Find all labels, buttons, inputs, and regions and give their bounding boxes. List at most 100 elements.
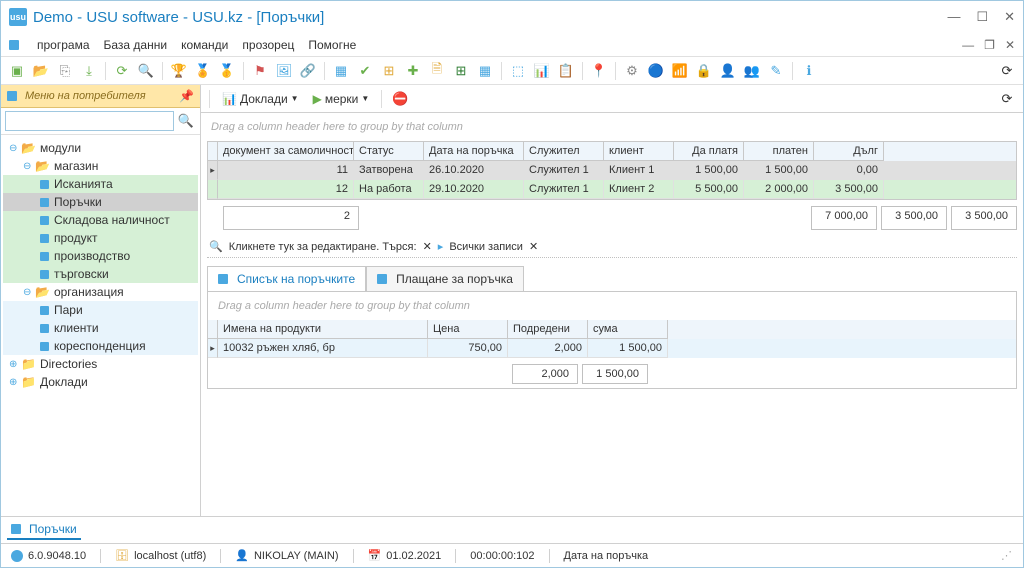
- export-icon[interactable]: ⤓: [79, 61, 99, 81]
- node-requests[interactable]: Исканията: [3, 175, 198, 193]
- sidebar-search-input[interactable]: [5, 111, 174, 131]
- maximize-button[interactable]: ☐: [976, 9, 988, 25]
- copy-icon[interactable]: ⎘: [55, 61, 75, 81]
- flag-icon[interactable]: ⚑: [250, 61, 270, 81]
- menu-program[interactable]: програма: [37, 38, 90, 52]
- col-date[interactable]: Дата на поръчка: [424, 142, 524, 161]
- node-commercial[interactable]: търговски: [3, 265, 198, 283]
- excel-icon[interactable]: ⊞: [451, 61, 471, 81]
- chart-icon[interactable]: 📊: [532, 61, 552, 81]
- brush-icon[interactable]: ✎: [766, 61, 786, 81]
- db-icon: 🗄: [115, 549, 129, 562]
- filter3-icon[interactable]: 🥇: [217, 61, 237, 81]
- user-status-icon: 👤: [235, 549, 249, 562]
- col-id[interactable]: документ за самоличност: [218, 142, 354, 161]
- refresh-icon[interactable]: ⟳: [112, 61, 132, 81]
- menu-window[interactable]: прозорец: [242, 38, 294, 52]
- table-row[interactable]: ▸ 11 Затворена 26.10.2020 Служител 1 Кли…: [208, 161, 1016, 180]
- menu-commands[interactable]: команди: [181, 38, 228, 52]
- new-icon[interactable]: ▣: [7, 61, 27, 81]
- pin-sidebar-icon[interactable]: 📌: [179, 89, 194, 103]
- lock-icon[interactable]: 🔒: [694, 61, 714, 81]
- users-icon[interactable]: 👥: [742, 61, 762, 81]
- check-icon[interactable]: ✔: [355, 61, 375, 81]
- pin-icon[interactable]: 📍: [589, 61, 609, 81]
- node-stock[interactable]: Складова наличност: [3, 211, 198, 229]
- node-organization[interactable]: ⊖📂организация: [3, 283, 198, 301]
- node-modules[interactable]: ⊖📂модули: [3, 139, 198, 157]
- status-time: 00:00:00:102: [470, 550, 534, 562]
- table-row[interactable]: ▸ 10032 ръжен хляб, бр 750,00 2,000 1 50…: [208, 339, 1016, 358]
- titlebar: usu Demo - USU software - USU.kz - [Поръ…: [1, 1, 1023, 33]
- col-paid[interactable]: платен: [744, 142, 814, 161]
- col-client[interactable]: клиент: [604, 142, 674, 161]
- node-product[interactable]: продукт: [3, 229, 198, 247]
- sidebar-search-icon[interactable]: 🔍: [176, 111, 196, 131]
- col-status[interactable]: Статус: [354, 142, 424, 161]
- window-title: Demo - USU software - USU.kz - [Поръчки]: [33, 9, 324, 26]
- stop-icon[interactable]: ⛔: [390, 89, 410, 109]
- sync-icon[interactable]: ⟳: [997, 61, 1017, 81]
- actions-dropdown[interactable]: ▶мерки ▼: [309, 92, 374, 106]
- col-pay[interactable]: Да платя: [674, 142, 744, 161]
- filter2-icon[interactable]: 🏅: [193, 61, 213, 81]
- mdi-close-button[interactable]: ✕: [1005, 38, 1015, 52]
- node-directories[interactable]: ⊕📁Directories: [3, 355, 198, 373]
- node-correspondence[interactable]: кореспонденция: [3, 337, 198, 355]
- filter-icon[interactable]: 🏆: [169, 61, 189, 81]
- grid-icon[interactable]: ▦: [475, 61, 495, 81]
- node-orders[interactable]: Поръчки: [3, 193, 198, 211]
- search-small-icon[interactable]: 🔍: [209, 240, 223, 253]
- form-icon[interactable]: 📋: [556, 61, 576, 81]
- gear-icon[interactable]: ⚙: [622, 61, 642, 81]
- node-reports[interactable]: ⊕📁Доклади: [3, 373, 198, 391]
- close-button[interactable]: ✕: [1004, 9, 1015, 25]
- window-icon[interactable]: ⬚: [508, 61, 528, 81]
- rss-icon[interactable]: 📶: [670, 61, 690, 81]
- user-icon[interactable]: 👤: [718, 61, 738, 81]
- add-icon[interactable]: ✚: [403, 61, 423, 81]
- document-tab-orders[interactable]: Поръчки: [7, 520, 81, 540]
- node-money[interactable]: Пари: [3, 301, 198, 319]
- menu-help[interactable]: Помогне: [308, 38, 356, 52]
- mdi-restore-button[interactable]: ❐: [984, 38, 995, 52]
- col-debt[interactable]: Дълг: [814, 142, 884, 161]
- filter-edit-label[interactable]: Кликнете тук за редактиране. Търся:: [229, 241, 417, 253]
- note-icon[interactable]: 🗎: [427, 61, 447, 81]
- table-row[interactable]: 12 На работа 29.10.2020 Служител 1 Клиен…: [208, 180, 1016, 199]
- sum-pay: 7 000,00: [811, 206, 877, 230]
- resize-grip[interactable]: ⋰: [1001, 549, 1013, 562]
- node-clients[interactable]: клиенти: [3, 319, 198, 337]
- sidebar-title: Меню на потребителя: [25, 90, 146, 102]
- node-production[interactable]: производство: [3, 247, 198, 265]
- mdi-minimize-button[interactable]: —: [962, 38, 974, 52]
- tree-icon[interactable]: ⊞: [379, 61, 399, 81]
- minimize-button[interactable]: —: [947, 9, 960, 25]
- filter-bar: 🔍 Кликнете тук за редактиране. Търся: ✕ …: [207, 236, 1017, 258]
- scol-sum[interactable]: сума: [588, 320, 668, 339]
- clear-all-icon[interactable]: ✕: [529, 240, 538, 253]
- clear-filter-icon[interactable]: ✕: [423, 240, 432, 253]
- open-icon[interactable]: 📂: [31, 61, 51, 81]
- scol-name[interactable]: Имена на продукти: [218, 320, 428, 339]
- image-icon[interactable]: 🖼: [274, 61, 294, 81]
- col-emp[interactable]: Служител: [524, 142, 604, 161]
- link-icon[interactable]: 🔗: [298, 61, 318, 81]
- all-records-label[interactable]: Всички записи: [449, 241, 523, 253]
- status-date: 01.02.2021: [386, 550, 441, 562]
- info-icon[interactable]: ℹ: [799, 61, 819, 81]
- menubar: програма База данни команди прозорец Пом…: [1, 33, 1023, 57]
- scol-price[interactable]: Цена: [428, 320, 508, 339]
- columns-icon[interactable]: ▦: [331, 61, 351, 81]
- search-icon[interactable]: 🔍: [136, 61, 156, 81]
- tab-order-pay[interactable]: Плащане за поръчка: [366, 266, 524, 291]
- reports-dropdown[interactable]: 📊Доклади ▼: [218, 92, 303, 106]
- scol-qty[interactable]: Подредени: [508, 320, 588, 339]
- palette-icon[interactable]: 🔵: [646, 61, 666, 81]
- tab-order-list[interactable]: Списък на поръчките: [207, 266, 366, 291]
- menu-database[interactable]: База данни: [104, 38, 168, 52]
- sub-group-hint: Drag a column header here to group by th…: [208, 292, 1016, 320]
- app-icon: usu: [9, 8, 27, 26]
- node-store[interactable]: ⊖📂магазин: [3, 157, 198, 175]
- sync2-icon[interactable]: ⟳: [997, 89, 1017, 109]
